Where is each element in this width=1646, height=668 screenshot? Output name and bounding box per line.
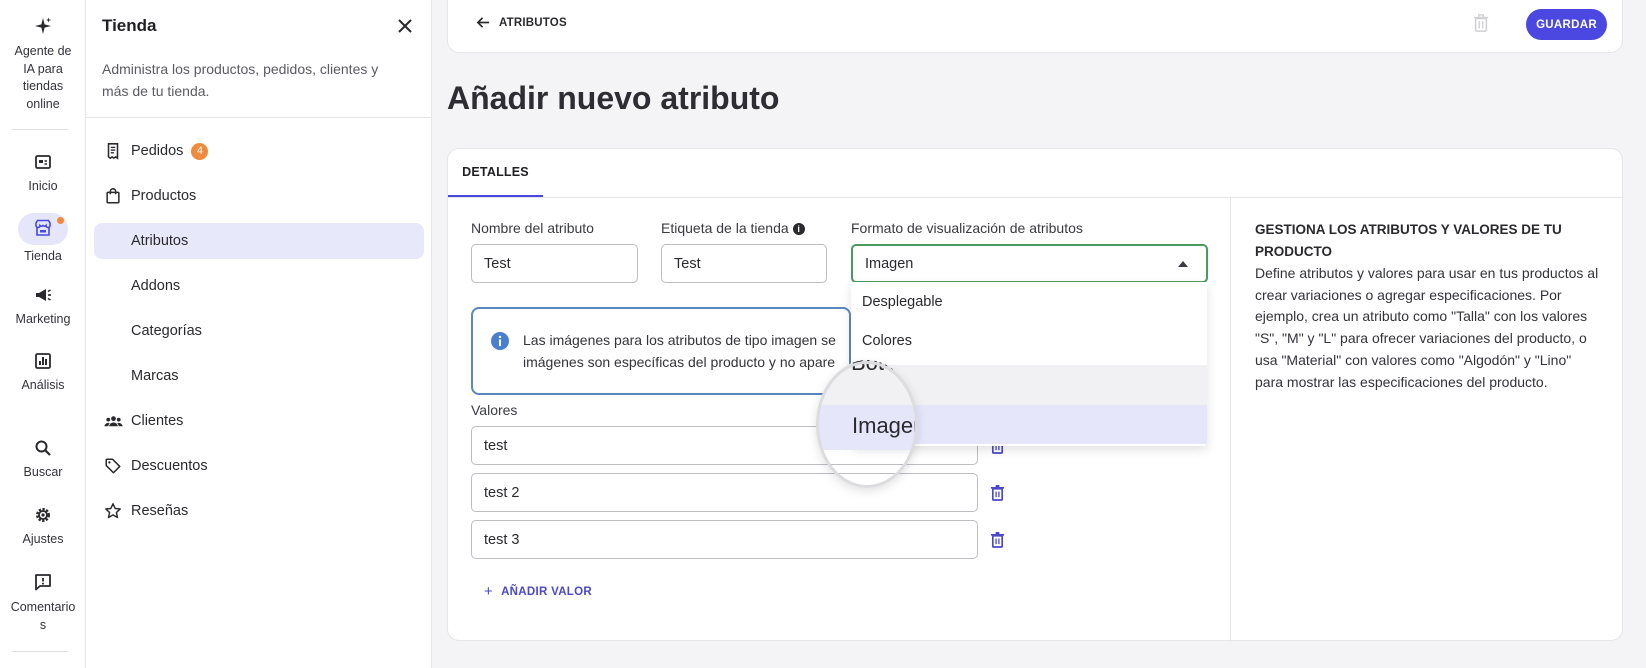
store-icon [33,218,53,241]
tab-divider [448,197,1624,198]
sparkle-icon [31,14,55,38]
feedback-icon [31,570,55,594]
rail-label: Agente de IA para tiendas online [14,44,72,111]
rail-label: Comentarios [10,600,76,632]
rail-label: Ajustes [22,532,64,546]
nav-item-addons[interactable]: Addons [94,268,424,304]
nav-label: Reseñas [131,503,189,519]
back-link[interactable]: ATRIBUTOS [476,15,567,30]
add-value-label: AÑADIR VALOR [501,585,592,598]
notification-dot [57,217,64,224]
rail-divider [12,651,68,652]
rail-label: Inicio [28,179,58,193]
nav-label: Productos [131,188,197,204]
delete-icon[interactable] [1472,13,1490,38]
panel-description: Administra los productos, pedidos, clien… [102,61,379,99]
save-button[interactable]: GUARDAR [1526,9,1607,40]
nav-label: Clientes [131,413,184,429]
home-icon [31,150,55,174]
nav-item-productos[interactable]: Productos [94,178,424,214]
nav-label: Descuentos [131,458,208,474]
bag-icon [103,186,123,206]
magnifier-lens: Botón Imagen [817,360,917,488]
values-label: Valores [471,402,518,418]
caret-up-icon [1178,261,1188,267]
close-icon[interactable] [395,16,415,36]
plus-icon: + [484,583,494,600]
rail-label: Marketing [15,312,71,326]
nav-label: Categorías [131,323,202,339]
option-desplegable[interactable]: Desplegable [851,282,1207,321]
panel-divider [86,117,432,118]
delete-value-icon[interactable] [990,531,1005,553]
active-indicator [18,213,68,245]
back-label: ATRIBUTOS [499,16,567,29]
nav-item-clientes[interactable]: Clientes [94,403,424,439]
info-line-2: imágenes son específicas del producto y … [523,354,836,370]
add-value-button[interactable]: + AÑADIR VALOR [484,583,592,600]
format-label: Formato de visualización de atributos [851,220,1083,236]
format-select[interactable]: Imagen [851,244,1208,283]
name-field[interactable]: Test [471,244,638,283]
top-bar: ATRIBUTOS GUARDAR [447,0,1623,53]
rail-item-analisis[interactable]: Análisis [0,349,86,392]
rail-item-marketing[interactable]: Marketing [0,283,86,326]
help-body: Define atributos y valores para usar en … [1255,265,1599,390]
nav-item-descuentos[interactable]: Descuentos [94,448,424,484]
rail-item-inicio[interactable]: Inicio [0,150,86,193]
nav-label: Marcas [131,368,179,384]
value-field[interactable]: test 3 [471,520,978,559]
panel-title: Tienda [102,16,157,35]
info-icon [490,331,510,356]
left-rail: Agente de IA para tiendas online Inicio … [0,0,86,668]
nav-item-resenas[interactable]: Reseñas [94,493,424,529]
option-colores[interactable]: Colores [851,321,1207,360]
name-label: Nombre del atributo [471,220,594,236]
rail-label: Buscar [23,465,63,479]
rail-divider [12,129,68,130]
nav-item-marcas[interactable]: Marcas [94,358,424,394]
store-label-field[interactable]: Test [661,244,827,283]
nav-label: Addons [131,278,181,294]
arrow-left-icon [476,17,490,28]
gear-icon [31,503,55,527]
users-icon [103,411,123,431]
chart-icon [31,349,55,373]
info-icon[interactable]: i [792,223,805,235]
nav-label: Pedidos [131,143,184,159]
store-label-heading: Etiqueta de la tienda i [661,220,805,236]
rail-item-ai-agent[interactable]: Agente de IA para tiendas online [0,14,86,113]
rail-item-ajustes[interactable]: Ajustes [0,503,86,546]
tag-icon [103,456,123,476]
value-field[interactable]: test 2 [471,473,978,512]
format-select-value: Imagen [865,255,914,272]
info-alert: Las imágenes para los atributos de tipo … [471,307,851,395]
info-text: Las imágenes para los atributos de tipo … [523,329,849,373]
megaphone-icon [31,283,55,307]
nav-item-atributos[interactable]: Atributos [94,223,424,259]
nav-label: Atributos [131,233,189,249]
column-divider [1230,198,1231,642]
page-title: Añadir nuevo atributo [447,80,780,116]
magnified-option-boton-label: Botón [851,360,909,375]
store-panel: Tienda Administra los productos, pedidos… [86,0,432,668]
info-line-1: Las imágenes para los atributos de tipo … [523,332,836,348]
rail-item-comentarios[interactable]: Comentarios [0,570,86,634]
rail-label: Análisis [21,378,65,392]
help-section: GESTIONA LOS ATRIBUTOS Y VALORES DE TU P… [1255,219,1600,393]
magnified-option-imagen-label: Imagen [852,413,917,438]
orders-count-badge: 4 [191,142,209,160]
help-title: GESTIONA LOS ATRIBUTOS Y VALORES DE TU P… [1255,222,1562,259]
star-icon [103,501,123,521]
receipt-icon [103,141,123,161]
tab-detalles[interactable]: DETALLES [448,149,543,197]
rail-item-buscar[interactable]: Buscar [0,436,86,479]
nav-item-categorias[interactable]: Categorías [94,313,424,349]
store-label-text: Etiqueta de la tienda [661,220,789,236]
nav-item-pedidos[interactable]: Pedidos 4 [94,133,424,169]
search-icon [31,436,55,460]
delete-value-icon[interactable] [990,484,1005,506]
rail-item-tienda[interactable]: Tienda [0,213,86,263]
rail-label: Tienda [24,249,62,263]
